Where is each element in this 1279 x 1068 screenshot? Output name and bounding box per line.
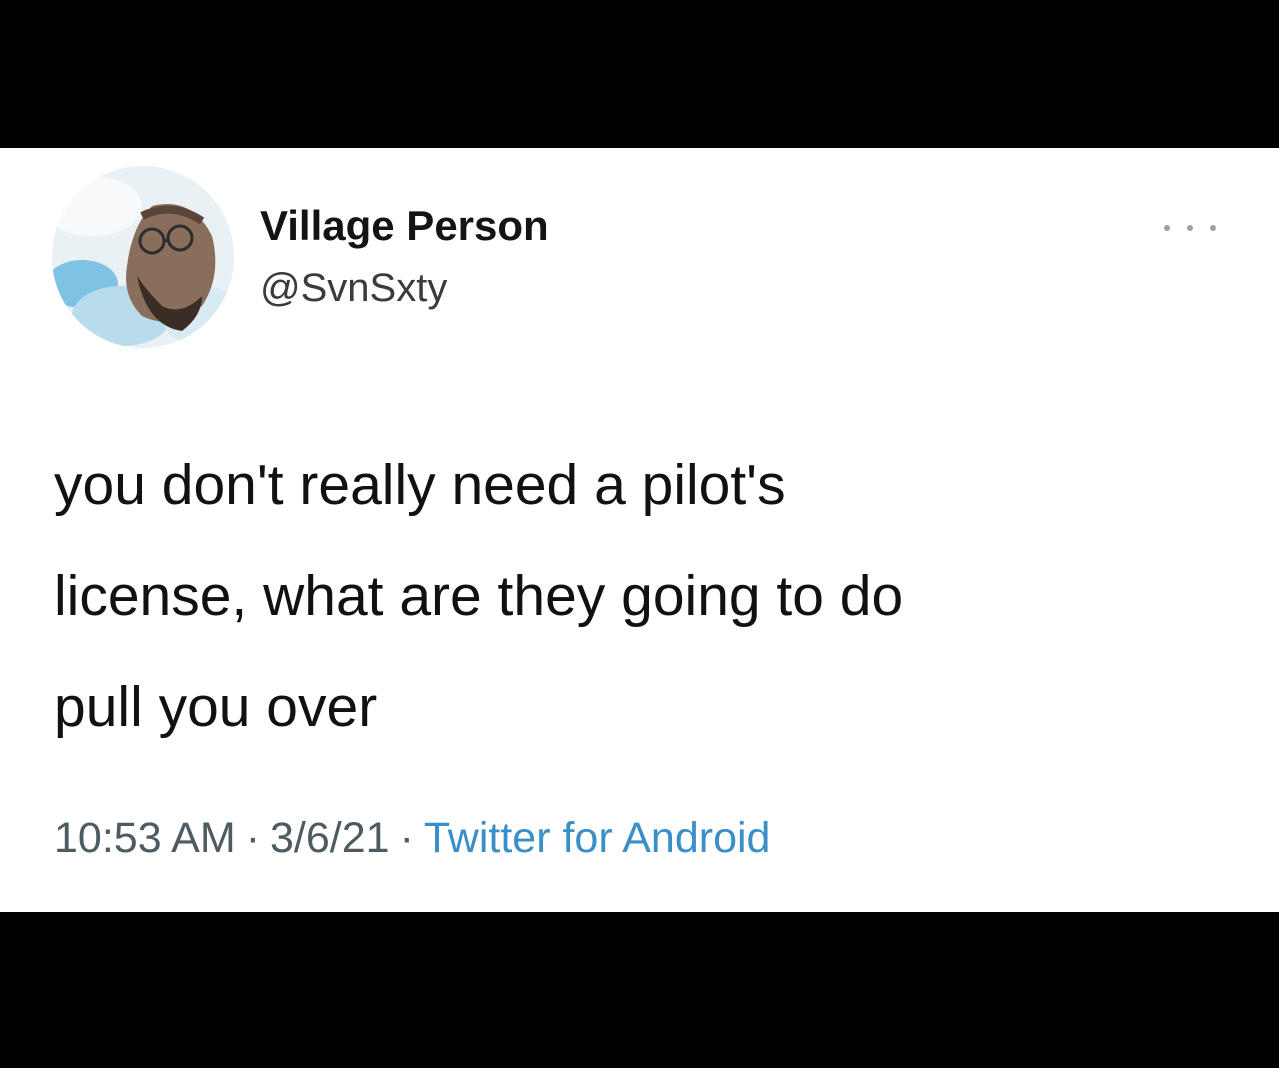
tweet-time[interactable]: 10:53 AM <box>54 814 236 862</box>
tweet-date[interactable]: 3/6/21 <box>270 814 390 862</box>
meta-separator: · <box>245 814 261 862</box>
more-dot <box>1187 225 1193 231</box>
more-options-icon[interactable] <box>1164 218 1216 238</box>
tweet-text: you don't really need a pilot's license,… <box>54 453 904 739</box>
tweet-source-link[interactable]: Twitter for Android <box>424 814 771 862</box>
tweet-metadata: 10:53 AM · 3/6/21 · Twitter for Android <box>54 814 770 863</box>
profile-photo-icon <box>52 166 234 348</box>
avatar[interactable] <box>52 166 234 348</box>
bottom-letterbox-bar <box>0 912 1279 1068</box>
user-handle[interactable]: @SvnSxty <box>260 266 447 311</box>
tweet-card: Village Person @SvnSxty you don't really… <box>0 148 1279 912</box>
display-name[interactable]: Village Person <box>260 202 549 250</box>
more-dot <box>1164 225 1170 231</box>
meta-separator: · <box>399 814 414 862</box>
top-letterbox-bar <box>0 0 1279 148</box>
more-dot <box>1210 225 1216 231</box>
